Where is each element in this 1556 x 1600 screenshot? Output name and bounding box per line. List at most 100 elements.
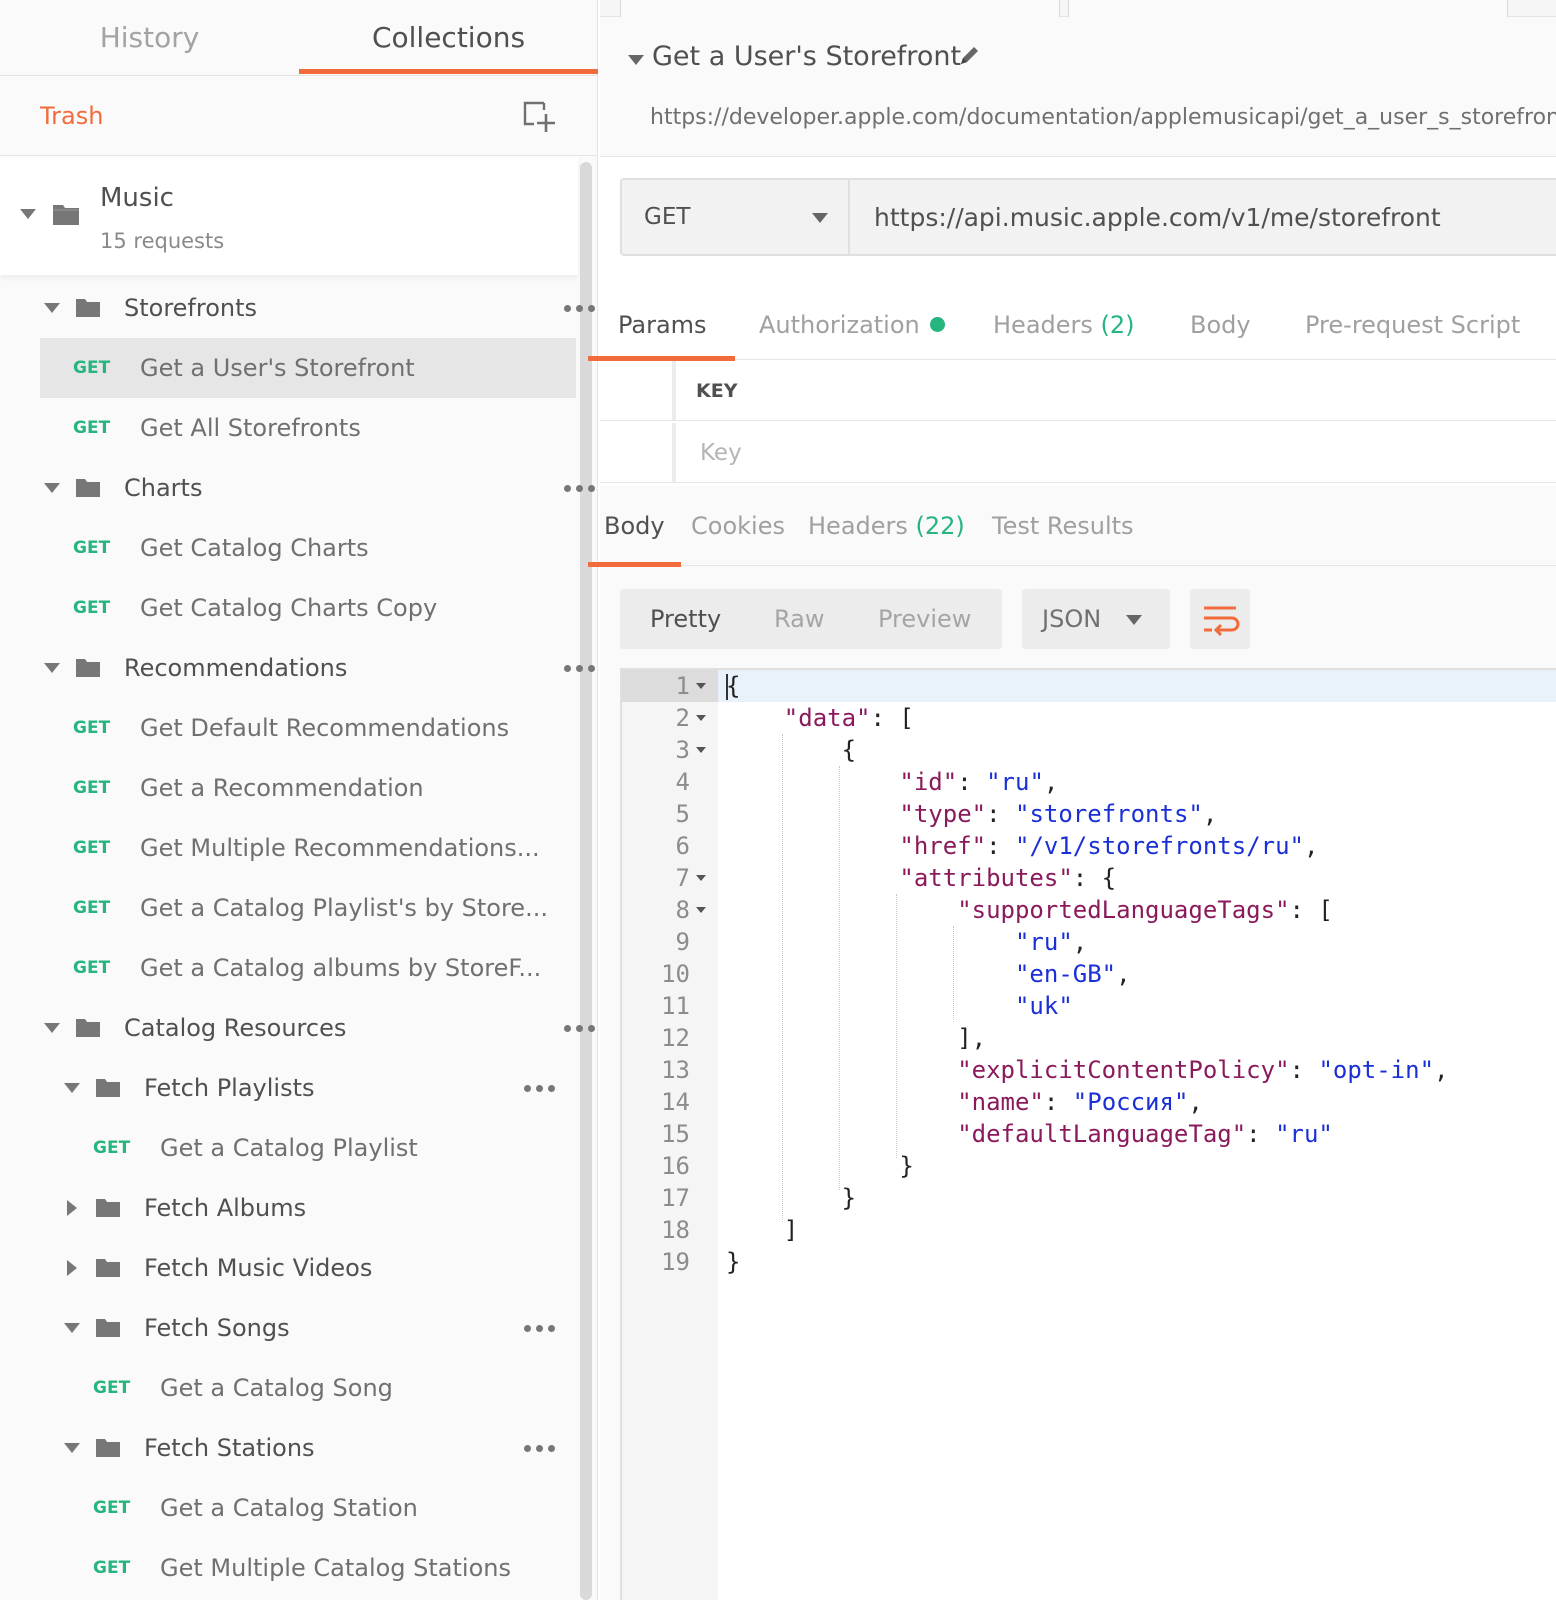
line-number: 18 [661, 1216, 690, 1244]
param-key-input[interactable] [686, 429, 1546, 477]
method-badge: GET [93, 1378, 131, 1398]
request-get-catalog-playlist[interactable]: GET Get a Catalog Playlist [60, 1118, 576, 1178]
request-tab-strip [600, 0, 1556, 17]
caret-down-icon[interactable] [44, 483, 60, 493]
method-badge: GET [93, 1498, 131, 1518]
fold-arrow-icon[interactable] [696, 875, 706, 881]
sidebar-scrollbar[interactable] [580, 162, 592, 1600]
folder-recommendations[interactable]: Recommendations [40, 638, 595, 698]
line-number: 3 [675, 736, 690, 764]
request-header: Get a User's Storefront https://develope… [600, 17, 1556, 157]
tab-body[interactable]: Body [1190, 290, 1251, 360]
view-preview[interactable]: Preview [878, 589, 971, 649]
caret-right-icon[interactable] [67, 1200, 77, 1216]
response-panel: Body Cookies Headers (22) Test Results P… [588, 486, 1556, 1600]
method-select[interactable]: GET [622, 180, 850, 254]
request-get-users-storefront[interactable]: GET Get a User's Storefront [40, 338, 576, 398]
folder-fetch-albums[interactable]: Fetch Albums [60, 1178, 576, 1238]
more-options-icon[interactable] [562, 303, 598, 313]
request-get-catalog-charts-copy[interactable]: GET Get Catalog Charts Copy [40, 578, 576, 638]
caret-down-icon[interactable] [64, 1083, 80, 1093]
folder-fetch-songs[interactable]: Fetch Songs [60, 1298, 576, 1358]
tab-response-body[interactable]: Body [588, 486, 681, 567]
request-get-multiple-catalog-stations[interactable]: GET Get Multiple Catalog Stations [60, 1538, 576, 1598]
request-get-multiple-recommendations[interactable]: GET Get Multiple Recommendations... [40, 818, 576, 878]
more-options-icon[interactable] [522, 1083, 558, 1093]
request-get-default-recommendations[interactable]: GET Get Default Recommendations [40, 698, 576, 758]
request-tab[interactable] [620, 0, 1060, 17]
headers-count: (22) [915, 512, 965, 540]
request-label: Get Catalog Charts [140, 534, 369, 562]
request-get-catalog-albums-by-store[interactable]: GET Get a Catalog albums by StoreF... [40, 938, 576, 998]
code-line: 11 "uk" [622, 990, 1556, 1022]
more-options-icon[interactable] [522, 1323, 558, 1333]
code-text: "supportedLanguageTags": [ [957, 896, 1333, 924]
request-get-catalog-playlists-by-store[interactable]: GET Get a Catalog Playlist's by Store... [40, 878, 576, 938]
folder-storefronts[interactable]: Storefronts [40, 278, 595, 338]
tab-label: Body [604, 512, 665, 540]
new-collection-icon[interactable] [522, 100, 560, 134]
caret-down-icon[interactable] [44, 1023, 60, 1033]
params-checkbox-column[interactable] [600, 423, 676, 482]
tab-test-results[interactable]: Test Results [992, 486, 1134, 566]
code-text: "type": "storefronts", [899, 800, 1218, 828]
caret-down-icon[interactable] [628, 55, 644, 65]
params-header-row: KEY [600, 361, 1556, 421]
collection-music[interactable]: Music 15 requests [0, 157, 578, 275]
folder-fetch-music-videos[interactable]: Fetch Music Videos [60, 1238, 576, 1298]
request-label: Get a User's Storefront [140, 354, 415, 382]
tab-authorization[interactable]: Authorization [759, 290, 945, 360]
tab-response-headers[interactable]: Headers (22) [808, 486, 965, 566]
request-get-all-storefronts[interactable]: GET Get All Storefronts [40, 398, 576, 458]
tab-params[interactable]: Params [588, 290, 735, 361]
request-label: Get a Catalog Station [160, 1494, 418, 1522]
request-get-catalog-song[interactable]: GET Get a Catalog Song [60, 1358, 576, 1418]
method-badge: GET [73, 838, 111, 858]
folder-icon [96, 1199, 120, 1217]
request-get-catalog-charts[interactable]: GET Get Catalog Charts [40, 518, 576, 578]
view-pretty[interactable]: Pretty [650, 589, 721, 649]
folder-fetch-playlists[interactable]: Fetch Playlists [60, 1058, 576, 1118]
request-get-catalog-station[interactable]: GET Get a Catalog Station [60, 1478, 576, 1538]
folder-catalog-resources[interactable]: Catalog Resources [40, 998, 595, 1058]
tab-headers[interactable]: Headers (2) [993, 290, 1135, 360]
code-text: "explicitContentPolicy": "opt-in", [957, 1056, 1449, 1084]
fold-arrow-icon[interactable] [696, 907, 706, 913]
view-raw[interactable]: Raw [774, 589, 824, 649]
request-description-link[interactable]: https://developer.apple.com/documentatio… [650, 105, 1556, 130]
method-badge: GET [73, 898, 111, 918]
caret-down-icon[interactable] [44, 663, 60, 673]
folder-charts[interactable]: Charts [40, 458, 595, 518]
caret-down-icon[interactable] [44, 303, 60, 313]
url-input[interactable] [850, 180, 1556, 254]
collection-name: Music [100, 183, 174, 213]
tab-cookies[interactable]: Cookies [691, 486, 785, 566]
params-row [600, 423, 1556, 483]
pencil-icon[interactable] [956, 43, 982, 69]
active-tab-underline [299, 69, 598, 74]
fold-arrow-icon[interactable] [696, 683, 706, 689]
fold-arrow-icon[interactable] [696, 747, 706, 753]
request-tab[interactable] [1068, 0, 1508, 17]
tab-collections[interactable]: Collections [299, 0, 598, 76]
wrap-lines-icon[interactable] [1190, 589, 1250, 649]
response-body-editor[interactable]: 1{ 2 "data": [ 3 { 4 "id": "ru", 5 "type… [620, 668, 1556, 1600]
caret-down-icon[interactable] [20, 209, 36, 219]
more-options-icon[interactable] [522, 1443, 558, 1453]
chevron-down-icon [1126, 615, 1142, 625]
caret-down-icon[interactable] [64, 1443, 80, 1453]
more-options-icon[interactable] [562, 1023, 598, 1033]
more-options-icon[interactable] [562, 663, 598, 673]
request-get-a-recommendation[interactable]: GET Get a Recommendation [40, 758, 576, 818]
tab-history[interactable]: History [0, 0, 299, 76]
request-label: Get All Storefronts [140, 414, 361, 442]
folder-fetch-stations[interactable]: Fetch Stations [60, 1418, 576, 1478]
format-select[interactable]: JSON [1022, 589, 1170, 649]
more-options-icon[interactable] [562, 483, 598, 493]
fold-arrow-icon[interactable] [696, 715, 706, 721]
caret-right-icon[interactable] [67, 1260, 77, 1276]
trash-link[interactable]: Trash [40, 76, 103, 156]
tab-pre-request-script[interactable]: Pre-request Script [1305, 290, 1520, 360]
folder-label: Fetch Albums [144, 1194, 307, 1222]
caret-down-icon[interactable] [64, 1323, 80, 1333]
